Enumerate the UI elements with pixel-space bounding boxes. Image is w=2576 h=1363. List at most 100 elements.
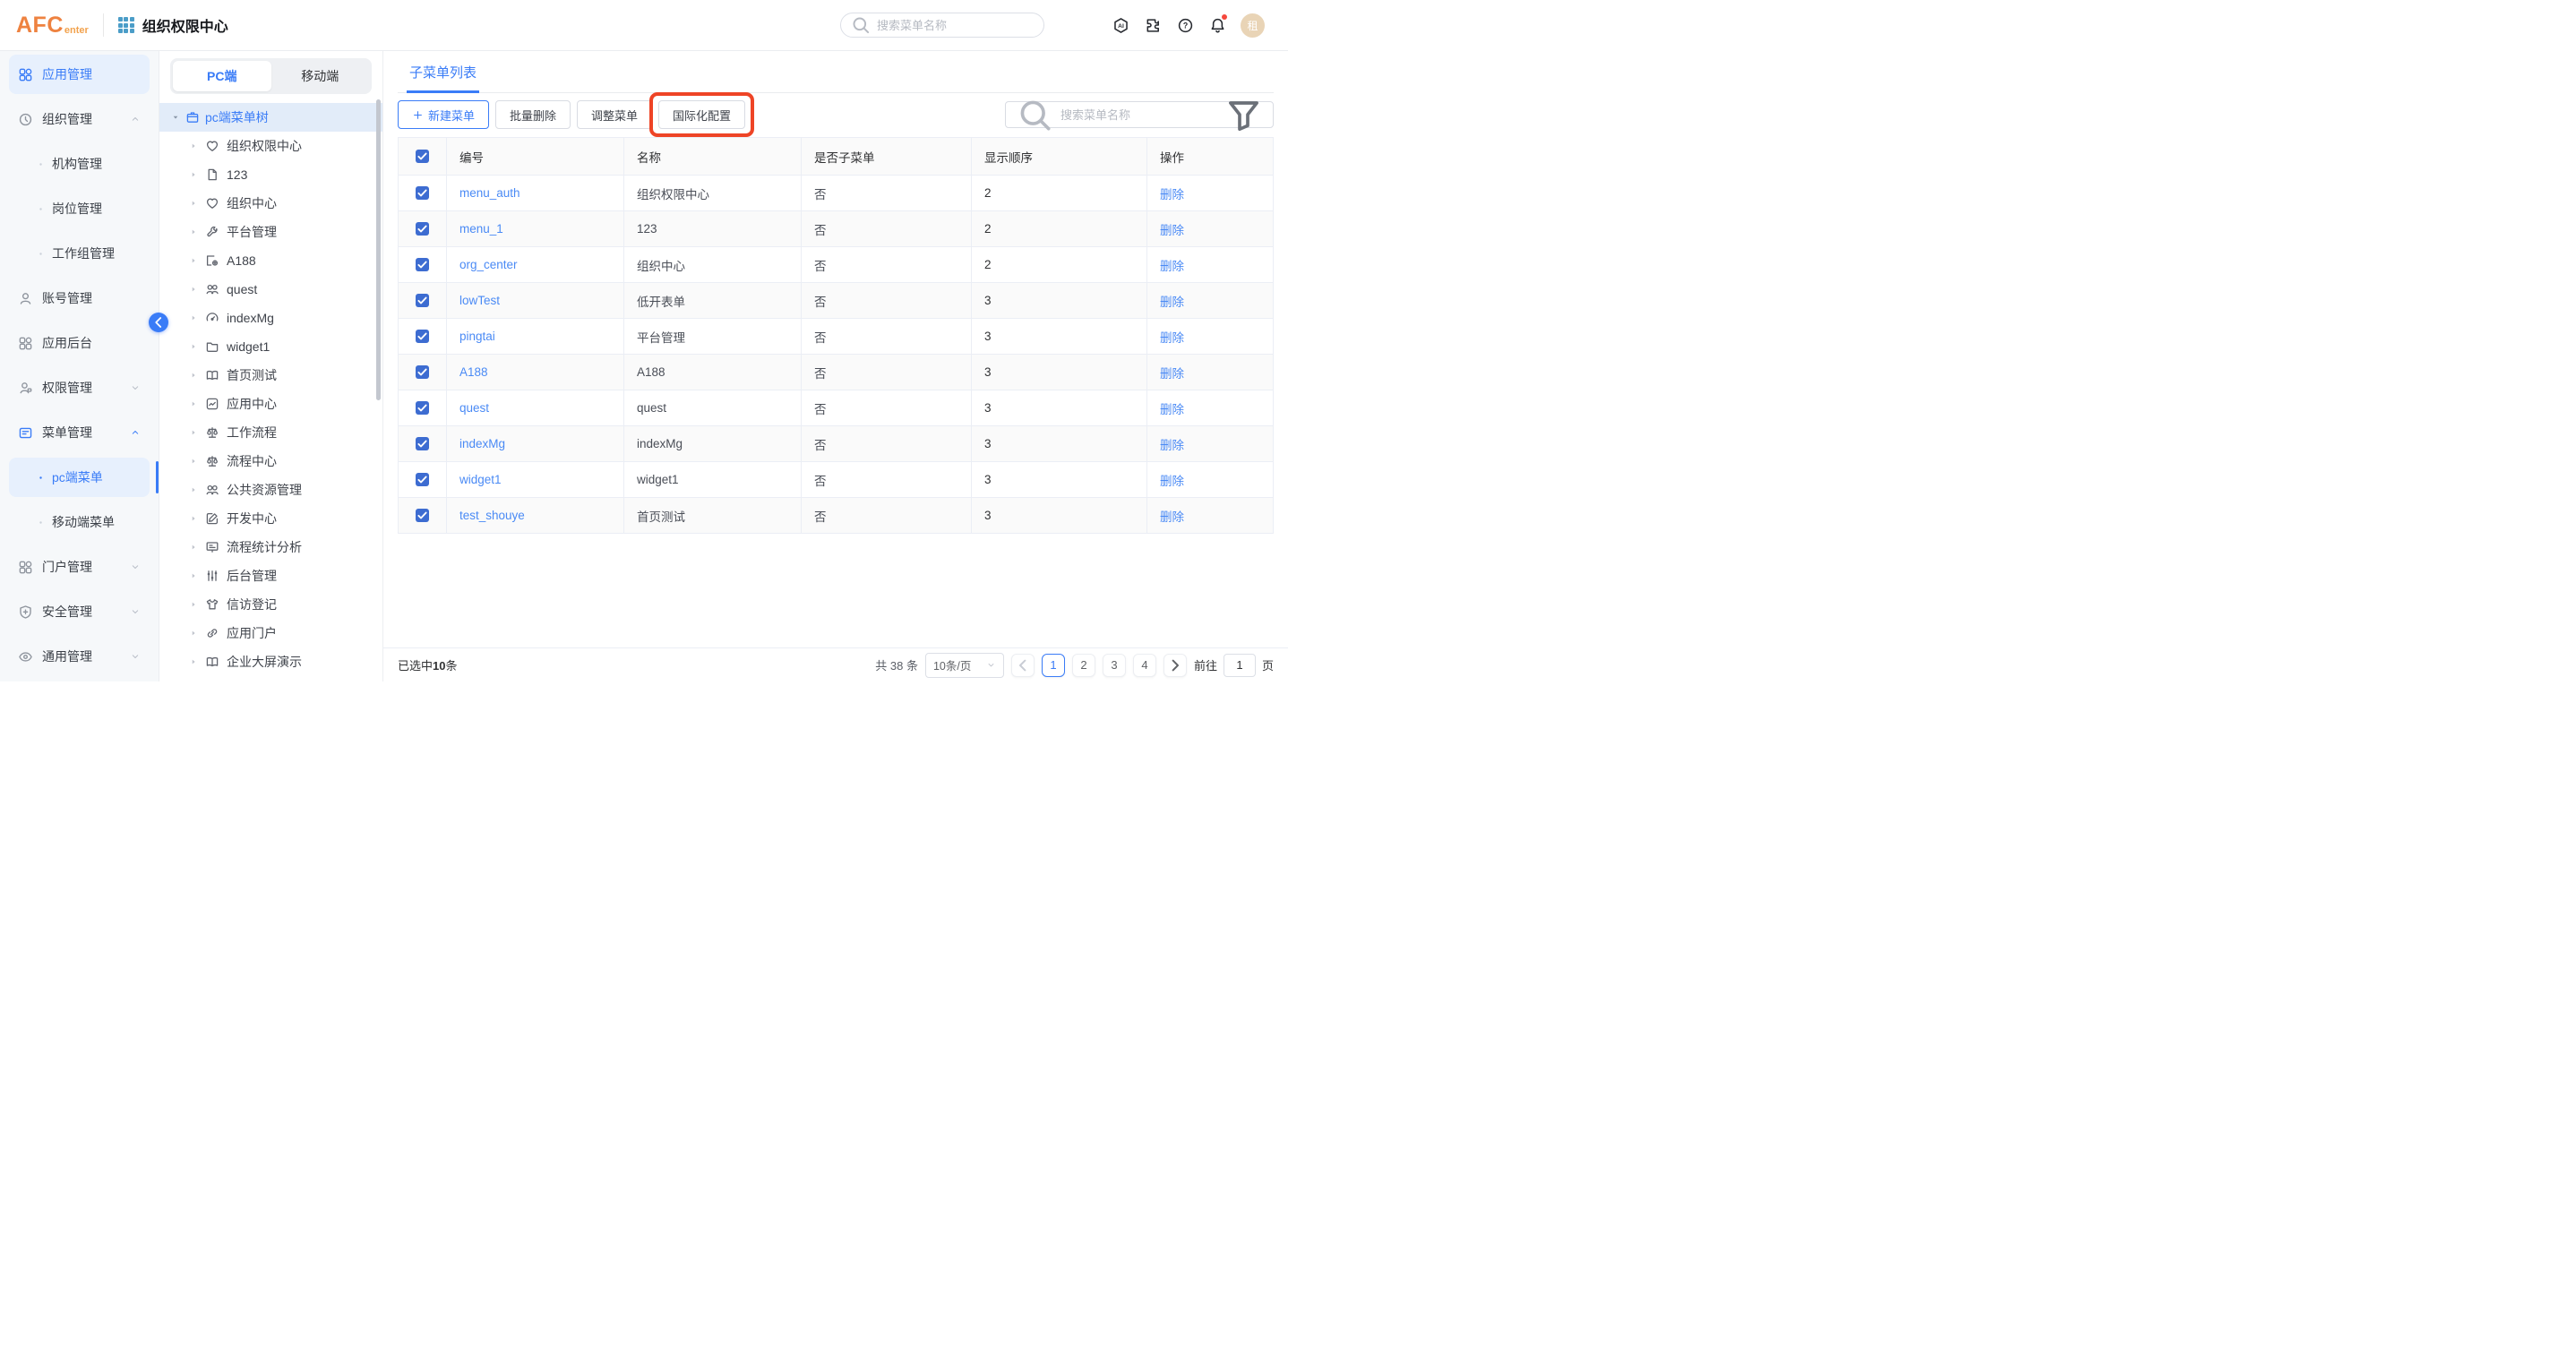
menu-code-link[interactable]: lowTest	[459, 294, 500, 307]
caret-right-icon[interactable]	[189, 543, 198, 552]
sidebar-item-mobile-menu[interactable]: 移动端菜单	[9, 502, 150, 542]
row-checkbox[interactable]	[416, 258, 429, 271]
tree-item-process-stats-analysis[interactable]: 流程统计分析	[159, 533, 382, 561]
ai-icon[interactable]: AI	[1112, 17, 1129, 34]
caret-right-icon[interactable]	[189, 170, 198, 179]
tree-item-widget1[interactable]: widget1	[159, 332, 382, 361]
sidebar-item-account-management[interactable]: 账号管理	[9, 279, 150, 318]
caret-right-icon[interactable]	[189, 227, 198, 236]
caret-right-icon[interactable]	[189, 313, 198, 322]
tree-item-org-auth-center[interactable]: 组织权限中心	[159, 132, 382, 160]
sidebar-item-app-management[interactable]: 应用管理	[9, 55, 150, 94]
delete-link[interactable]: 删除	[1160, 292, 1184, 310]
row-checkbox[interactable]	[416, 401, 429, 415]
tree-item-petition-register[interactable]: 信访登记	[159, 590, 382, 619]
tree-root-pc-menu-tree[interactable]: pc端菜单树	[159, 103, 382, 132]
sidebar-item-position-management[interactable]: 岗位管理	[9, 189, 150, 228]
tree-item-dev-center[interactable]: 开发中心	[159, 504, 382, 533]
help-icon[interactable]: ?	[1177, 17, 1194, 34]
tree-item-public-resource-management[interactable]: 公共资源管理	[159, 476, 382, 504]
tree-item-app-center[interactable]: 应用中心	[159, 390, 382, 418]
row-checkbox[interactable]	[416, 365, 429, 379]
caret-right-icon[interactable]	[189, 514, 198, 523]
table-search[interactable]	[1005, 101, 1274, 128]
plugin-icon[interactable]	[1145, 17, 1162, 34]
menu-code-link[interactable]: test_shouye	[459, 509, 525, 522]
tree-item-menu-123[interactable]: 123	[159, 160, 382, 189]
delete-link[interactable]: 删除	[1160, 184, 1184, 202]
page-button-3[interactable]: 3	[1103, 654, 1126, 677]
sidebar-item-security-management[interactable]: 安全管理	[9, 592, 150, 631]
create-menu-button[interactable]: 新建菜单	[398, 100, 489, 129]
platform-tab-pc[interactable]: PC端	[173, 61, 271, 91]
menu-code-link[interactable]: widget1	[459, 473, 502, 486]
menu-code-link[interactable]: menu_auth	[459, 186, 520, 200]
caret-right-icon[interactable]	[189, 141, 198, 150]
delete-link[interactable]: 删除	[1160, 471, 1184, 489]
sidebar-item-permission-management[interactable]: 权限管理	[9, 368, 150, 407]
delete-link[interactable]: 删除	[1160, 256, 1184, 274]
caret-right-icon[interactable]	[189, 629, 198, 638]
sidebar-item-menu-management[interactable]: 菜单管理	[9, 413, 150, 452]
caret-right-icon[interactable]	[189, 485, 198, 494]
sidebar-item-app-backend[interactable]: 应用后台	[9, 323, 150, 363]
menu-code-link[interactable]: org_center	[459, 258, 518, 271]
tab-submenu-list[interactable]: 子菜单列表	[407, 63, 479, 93]
row-checkbox[interactable]	[416, 509, 429, 522]
filter-icon[interactable]	[1224, 95, 1264, 135]
caret-right-icon[interactable]	[189, 342, 198, 351]
menu-code-link[interactable]: indexMg	[459, 437, 505, 450]
tree-item-platform-management[interactable]: 平台管理	[159, 218, 382, 246]
caret-right-icon[interactable]	[189, 428, 198, 437]
delete-link[interactable]: 删除	[1160, 364, 1184, 381]
header-search-input[interactable]	[877, 19, 1035, 32]
row-checkbox[interactable]	[416, 186, 429, 200]
tree-item-process-center[interactable]: 流程中心	[159, 447, 382, 476]
table-search-input[interactable]	[1060, 108, 1218, 122]
sidebar-item-pc-menu[interactable]: pc端菜单	[9, 458, 150, 497]
delete-link[interactable]: 删除	[1160, 507, 1184, 525]
chevron-down-icon[interactable]	[130, 382, 141, 393]
menu-code-link[interactable]: pingtai	[459, 330, 495, 343]
delete-link[interactable]: 删除	[1160, 399, 1184, 417]
caret-right-icon[interactable]	[189, 371, 198, 380]
row-checkbox[interactable]	[416, 222, 429, 236]
adjust-menu-button[interactable]: 调整菜单	[577, 100, 652, 129]
chevron-up-icon[interactable]	[130, 114, 141, 124]
tree-item-workflow[interactable]: 工作流程	[159, 418, 382, 447]
delete-link[interactable]: 删除	[1160, 220, 1184, 238]
sidebar-item-general-management[interactable]: 通用管理	[9, 637, 150, 676]
delete-link[interactable]: 删除	[1160, 435, 1184, 453]
caret-right-icon[interactable]	[189, 657, 198, 666]
menu-code-link[interactable]: A188	[459, 365, 488, 379]
sidebar-item-org-management[interactable]: 组织管理	[9, 99, 150, 139]
caret-right-icon[interactable]	[189, 571, 198, 580]
page-size-select[interactable]: 10条/页	[925, 653, 1004, 678]
tree-item-homepage-test[interactable]: 首页测试	[159, 361, 382, 390]
platform-tab-mobile[interactable]: 移动端	[271, 61, 370, 91]
sidebar-collapse-button[interactable]	[149, 313, 168, 332]
tree-item-enterprise-screen-demo[interactable]: 企业大屏演示	[159, 647, 382, 676]
tree-item-org-center[interactable]: 组织中心	[159, 189, 382, 218]
next-page-button[interactable]	[1163, 654, 1187, 677]
row-checkbox[interactable]	[416, 473, 429, 486]
sidebar-item-workgroup-management[interactable]: 工作组管理	[9, 234, 150, 273]
batch-delete-button[interactable]: 批量删除	[495, 100, 571, 129]
page-button-2[interactable]: 2	[1072, 654, 1095, 677]
tree-item-backend-management[interactable]: 后台管理	[159, 561, 382, 590]
caret-right-icon[interactable]	[189, 199, 198, 208]
caret-right-icon[interactable]	[189, 600, 198, 609]
tree-item-a188[interactable]: A188	[159, 246, 382, 275]
tree-item-app-portal[interactable]: 应用门户	[159, 619, 382, 647]
chevron-up-icon[interactable]	[130, 427, 141, 438]
chevron-down-icon[interactable]	[130, 561, 141, 572]
tree-item-quest[interactable]: quest	[159, 275, 382, 304]
i18n-config-button[interactable]: 国际化配置	[658, 100, 745, 129]
chevron-down-icon[interactable]	[130, 651, 141, 662]
tree-item-indexmg[interactable]: indexMg	[159, 304, 382, 332]
delete-link[interactable]: 删除	[1160, 328, 1184, 346]
row-checkbox[interactable]	[416, 330, 429, 343]
caret-down-icon[interactable]	[171, 113, 180, 122]
goto-page-input[interactable]	[1224, 654, 1256, 677]
notification-bell-icon[interactable]	[1209, 17, 1226, 34]
